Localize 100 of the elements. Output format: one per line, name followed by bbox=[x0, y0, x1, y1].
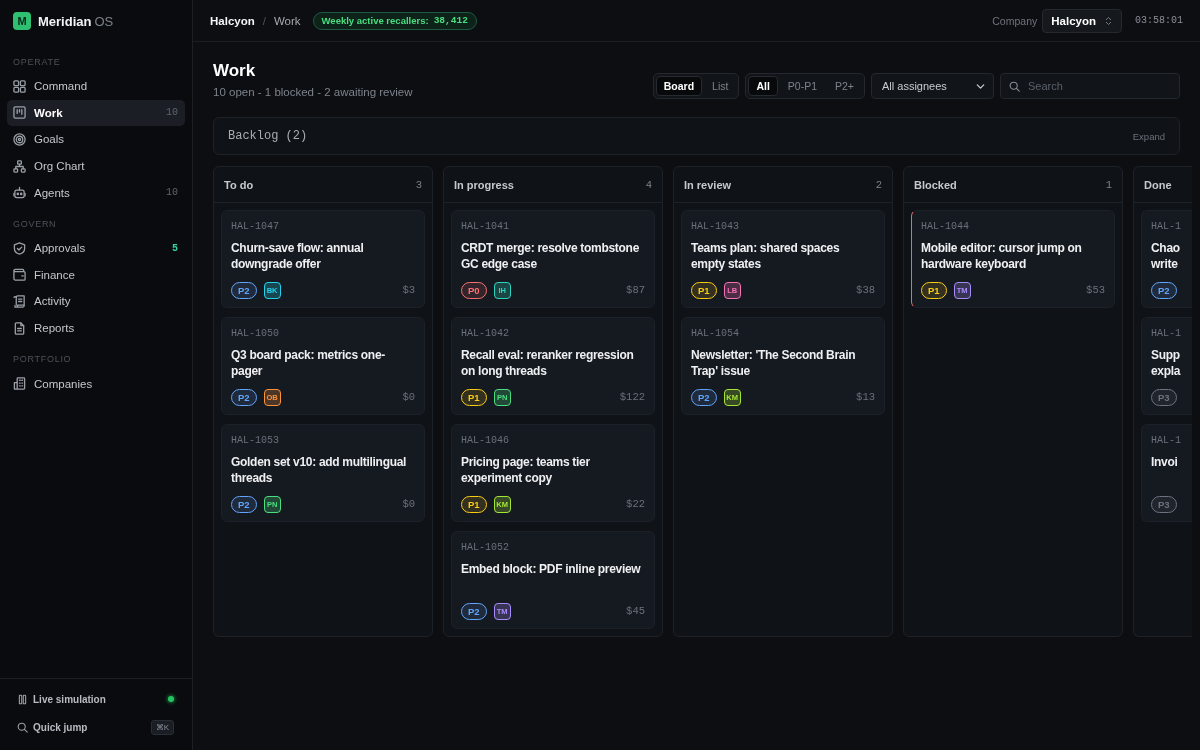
priority-tag: P3 bbox=[1151, 495, 1177, 513]
task-id: HAL-1042 bbox=[461, 328, 510, 340]
priority-tag: P3 bbox=[1151, 388, 1177, 406]
up-down-chevron-icon bbox=[1104, 15, 1113, 26]
target-icon bbox=[13, 133, 26, 146]
quick-jump-button[interactable]: Quick jump ⌘K bbox=[7, 713, 185, 741]
task-id: HAL-1 bbox=[1151, 328, 1182, 340]
task-id: HAL-1 bbox=[1151, 221, 1182, 233]
column-title: In progress bbox=[454, 178, 514, 191]
brand-logo: M bbox=[13, 12, 31, 30]
view-tab[interactable]: Board bbox=[655, 76, 703, 96]
search-field[interactable]: Search bbox=[1000, 73, 1180, 99]
nav-count: 10 bbox=[166, 187, 178, 199]
task-card[interactable]: HAL-1 Supp expla P3 bbox=[1141, 317, 1192, 415]
section-label: GOVERN bbox=[12, 217, 58, 230]
task-card[interactable]: HAL-1 Invoi P3 bbox=[1141, 424, 1192, 522]
pause-icon bbox=[17, 693, 28, 705]
priority-tag: P1 bbox=[691, 281, 717, 299]
task-id: HAL-1050 bbox=[231, 328, 280, 340]
task-title: Churn-save flow: annual downgrade offer bbox=[231, 240, 365, 272]
document-icon bbox=[13, 321, 26, 335]
stat-value: 38,412 bbox=[433, 15, 468, 26]
task-cost: $45 bbox=[626, 605, 645, 617]
wallet-icon bbox=[13, 268, 26, 282]
stat-label: Weekly active recallers: bbox=[321, 15, 429, 26]
priority-tag: P1 bbox=[921, 281, 947, 299]
task-title: Chao write bbox=[1151, 240, 1181, 272]
column-count: 3 bbox=[415, 178, 422, 191]
priority-tag: P1 bbox=[461, 495, 487, 513]
task-cost: $87 bbox=[626, 284, 645, 296]
priority-tag: P2 bbox=[691, 388, 717, 406]
task-id: HAL-1041 bbox=[461, 221, 510, 233]
kanban-icon bbox=[13, 106, 26, 120]
nav-item[interactable]: Approvals 5 bbox=[7, 234, 185, 262]
task-title: Golden set v10: add multilingual threads bbox=[231, 454, 408, 486]
task-title: Pricing page: teams tier experiment copy bbox=[461, 454, 591, 486]
backlog-title: Backlog (2) bbox=[228, 129, 308, 143]
page-title: Work bbox=[213, 60, 257, 82]
nav-count: 5 bbox=[172, 242, 178, 254]
task-id: HAL-1052 bbox=[461, 542, 510, 554]
task-title: Invoi bbox=[1151, 454, 1179, 471]
nav-item[interactable]: Work 10 bbox=[7, 99, 185, 127]
brand-suffix: OS bbox=[94, 13, 114, 29]
shield-check-icon bbox=[13, 241, 26, 255]
task-title: CRDT merge: resolve tombstone GC edge case bbox=[461, 240, 640, 272]
task-id: HAL-1043 bbox=[691, 221, 740, 233]
task-cost: $3 bbox=[402, 284, 415, 296]
task-cost: $122 bbox=[619, 391, 645, 403]
column-title: To do bbox=[224, 178, 254, 191]
column-title: In review bbox=[684, 178, 732, 191]
section-label: OPERATE bbox=[12, 56, 62, 68]
simulation-toggle[interactable]: Live simulation bbox=[7, 685, 185, 713]
nav-item[interactable]: Goals bbox=[7, 126, 185, 153]
breadcrumb-current: Work bbox=[273, 14, 301, 27]
search-icon bbox=[1009, 81, 1020, 92]
nav-item[interactable]: Finance bbox=[7, 261, 185, 289]
filter-tab[interactable]: P2+ bbox=[827, 76, 862, 96]
task-id: HAL-1 bbox=[1151, 435, 1182, 447]
task-cost: $53 bbox=[1086, 284, 1105, 296]
view-tab[interactable]: List bbox=[704, 76, 737, 96]
nav-item[interactable]: Agents 10 bbox=[7, 179, 185, 206]
priority-tag: P1 bbox=[461, 388, 487, 406]
priority-tag: P0 bbox=[461, 281, 487, 299]
breadcrumb-link[interactable]: Halcyon bbox=[210, 14, 255, 27]
nav-item[interactable]: Reports bbox=[7, 314, 185, 342]
priority-tag: P2 bbox=[231, 281, 257, 299]
task-cost: $13 bbox=[856, 391, 875, 403]
company-select[interactable]: Halcyon bbox=[1042, 8, 1122, 33]
nav-item[interactable]: Companies bbox=[7, 370, 185, 397]
task-cost: $0 bbox=[402, 391, 415, 403]
assignee-select[interactable]: All assignees bbox=[871, 73, 994, 99]
breadcrumb-separator: / bbox=[262, 14, 266, 27]
nav-item[interactable]: Activity bbox=[7, 288, 185, 315]
priority-tag: P2 bbox=[231, 495, 257, 513]
shortcut-key: ⌘K bbox=[150, 719, 174, 735]
column-count: 2 bbox=[875, 178, 882, 191]
priority-tag: P2 bbox=[461, 602, 487, 620]
task-id: HAL-1047 bbox=[231, 221, 280, 233]
task-title: Supp expla bbox=[1151, 347, 1182, 379]
grid-icon bbox=[13, 79, 26, 93]
nav-item[interactable]: Command bbox=[7, 73, 185, 100]
scroll-icon bbox=[13, 294, 26, 308]
column-count: 1 bbox=[1105, 178, 1112, 191]
task-cost: $0 bbox=[402, 498, 415, 510]
column-count: 4 bbox=[645, 178, 652, 191]
expand-link[interactable]: Expand bbox=[1132, 130, 1165, 142]
section-label: PORTFOLIO bbox=[12, 353, 73, 366]
chevron-down-icon bbox=[976, 81, 985, 91]
task-id: HAL-1046 bbox=[461, 435, 510, 447]
column-title: Done bbox=[1144, 178, 1172, 191]
org-chart-icon bbox=[13, 159, 26, 173]
filter-tab[interactable]: P0-P1 bbox=[779, 76, 825, 96]
task-id: HAL-1054 bbox=[691, 328, 740, 340]
task-title: Teams plan: shared spaces empty states bbox=[691, 240, 841, 272]
priority-tag: P2 bbox=[1151, 281, 1177, 299]
nav-item[interactable]: Org Chart bbox=[7, 152, 185, 180]
task-card[interactable]: HAL-1 Chao write P2 bbox=[1141, 210, 1192, 308]
task-cost: $38 bbox=[856, 284, 875, 296]
filter-tab[interactable]: All bbox=[748, 76, 778, 96]
building-icon bbox=[13, 377, 26, 391]
